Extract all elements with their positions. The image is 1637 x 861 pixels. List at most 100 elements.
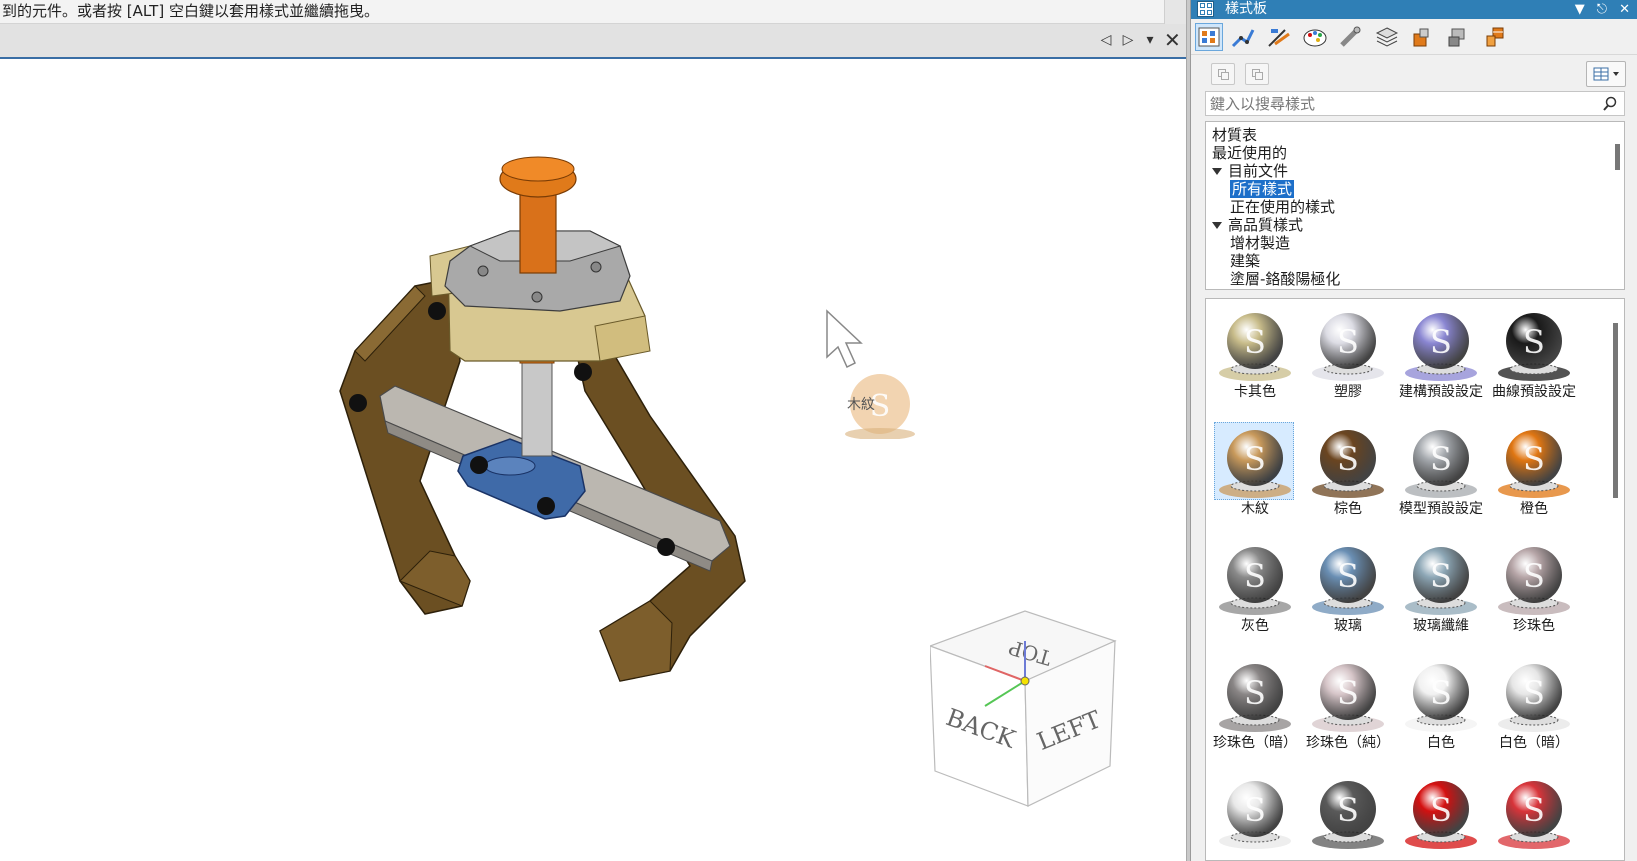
tree-item-label: 塗層-鉻酸陽極化 (1230, 270, 1341, 288)
material-sphere-icon: S (1312, 430, 1384, 498)
style-swatch[interactable]: S 曲線預設設定 (1492, 305, 1583, 417)
tb-tube-icon[interactable] (1337, 23, 1365, 51)
panel-menu-chevron-down-icon[interactable]: ▼ (1575, 0, 1585, 19)
style-swatch[interactable]: S 白色 (1400, 656, 1490, 768)
svg-text:S: S (1337, 791, 1359, 829)
style-swatch[interactable]: S 卡其色 (1214, 305, 1304, 417)
tb-table-icon[interactable] (1481, 23, 1509, 51)
copy-style-button[interactable] (1211, 63, 1235, 85)
style-board-icon (1197, 1, 1214, 17)
svg-text:S: S (1337, 440, 1359, 478)
material-sphere-icon: S (1405, 664, 1477, 732)
close-icon[interactable]: ✕ (1619, 0, 1630, 19)
paste-style-button[interactable] (1245, 63, 1269, 85)
prev-tab-icon[interactable]: ◁ (1098, 30, 1114, 50)
style-swatch[interactable]: S 珍珠色 (1493, 539, 1583, 651)
close-document-icon[interactable]: ✕ (1164, 30, 1181, 50)
style-swatch[interactable]: S (1214, 773, 1304, 860)
tab-menu-chevron-down-icon[interactable]: ▾ (1142, 30, 1158, 50)
app-window: 到的元件。或者按 [ALT] 空白鍵以套用樣式並繼續拖曳。 ◁ ▷ ▾ ✕ S … (0, 0, 1637, 861)
tree-item[interactable]: 塗層-鉻酸陽極化 (1230, 270, 1340, 288)
tree-item[interactable]: 目前文件 (1228, 162, 1288, 180)
svg-text:S: S (1244, 791, 1266, 829)
tree-item[interactable]: 高品質樣式 (1228, 216, 1303, 234)
tab-controls: ◁ ▷ ▾ ✕ (1098, 30, 1181, 50)
swatch-label: 曲線預設設定 (1492, 384, 1576, 400)
panel-title: 樣式板 (1225, 1, 1267, 17)
status-scrollbar[interactable] (1164, 0, 1186, 24)
style-swatch[interactable]: S 模型預設設定 (1399, 422, 1490, 534)
tree-item[interactable]: 所有樣式 (1230, 180, 1295, 198)
material-sphere-icon: S (1312, 547, 1384, 615)
style-library-tree: 材質表 最近使用的 目前文件 所有樣式 正在使用的樣式 高品質樣式 增材製造 建築 塗層-鉻酸陽… (1205, 121, 1625, 290)
style-swatch[interactable]: S 白色（暗） (1493, 656, 1583, 768)
tree-item[interactable]: 增材製造 (1230, 234, 1290, 252)
style-action-row (1191, 56, 1637, 90)
drag-ghost-sphere: S (826, 309, 915, 439)
3d-viewport[interactable]: S 木紋 TOP BACK LEFT (0, 61, 1186, 861)
tb-render-icon[interactable] (1301, 23, 1329, 51)
expand-arrow-icon[interactable] (1212, 168, 1222, 175)
style-swatch[interactable]: S 棕色 (1307, 422, 1397, 534)
next-tab-icon[interactable]: ▷ (1120, 30, 1136, 50)
tree-item-label: 目前文件 (1228, 162, 1289, 180)
swatch-label: 灰色 (1241, 618, 1269, 634)
swatch-label: 玻璃纖維 (1413, 618, 1469, 634)
svg-text:S: S (1244, 323, 1266, 361)
style-swatch[interactable]: S 橙色 (1493, 422, 1583, 534)
search-icon[interactable] (1602, 96, 1618, 116)
expand-arrow-icon[interactable] (1212, 222, 1222, 229)
svg-text:S: S (1430, 440, 1452, 478)
view-mode-toggle[interactable] (1586, 61, 1626, 87)
material-sphere-icon: S (1312, 313, 1384, 381)
swatch-label: 木紋 (1241, 501, 1269, 517)
swatch-label: 玻璃 (1334, 618, 1362, 634)
style-search-input[interactable] (1206, 92, 1596, 115)
swatch-label: 白色（暗） (1499, 735, 1569, 751)
material-sphere-icon: S (1405, 313, 1477, 381)
pin-icon[interactable]: ⎋ (1597, 0, 1607, 19)
style-swatch[interactable]: S 珍珠色（純） (1306, 656, 1397, 768)
style-swatch-grid: S 卡其色 S 塑膠 S 建構預設設定 S 曲線預設設定 S 木紋 S 棕色 S 模型預設設定 S 橙色 S 灰色… (1205, 298, 1625, 861)
grid-scrollbar-thumb[interactable] (1613, 323, 1618, 498)
tb-dimension-icon[interactable] (1229, 23, 1257, 51)
style-swatch[interactable]: S 灰色 (1214, 539, 1304, 651)
style-swatch[interactable]: S 玻璃 (1307, 539, 1397, 651)
tree-item-label: 材質表 (1212, 126, 1258, 144)
svg-text:S: S (1523, 557, 1545, 595)
style-swatch[interactable]: S 建構預設設定 (1399, 305, 1490, 417)
style-swatch[interactable]: S (1400, 773, 1490, 860)
document-tab-bar: ◁ ▷ ▾ ✕ (0, 24, 1186, 59)
material-sphere-icon: S (1498, 664, 1570, 732)
svg-text:S: S (1244, 440, 1266, 478)
style-swatch[interactable]: S 塑膠 (1307, 305, 1397, 417)
tb-style-board-icon[interactable] (1195, 23, 1223, 51)
tree-item[interactable]: 材質表 (1212, 126, 1257, 144)
material-sphere-icon: S (1219, 781, 1291, 849)
svg-text:S: S (1430, 791, 1452, 829)
material-sphere-icon: S (1219, 430, 1291, 498)
panel-titlebar[interactable]: 樣式板 ▼ ⎋ ✕ (1191, 0, 1637, 19)
style-swatch[interactable]: S 珍珠色（暗） (1213, 656, 1304, 768)
svg-text:S: S (1337, 674, 1359, 712)
style-swatch[interactable]: S (1493, 773, 1583, 860)
swatch-label: 棕色 (1334, 501, 1362, 517)
tb-component-icon[interactable] (1409, 23, 1437, 51)
svg-text:S: S (1430, 323, 1452, 361)
tb-shape-icon[interactable] (1445, 23, 1473, 51)
style-swatch[interactable]: S 玻璃纖維 (1400, 539, 1490, 651)
swatch-label: 塑膠 (1334, 384, 1362, 400)
tb-line-style-icon[interactable] (1265, 23, 1293, 51)
tree-item[interactable]: 最近使用的 (1212, 144, 1287, 162)
tb-layer-icon[interactable] (1373, 23, 1401, 51)
material-sphere-icon: S (1498, 547, 1570, 615)
view-cube[interactable]: TOP BACK LEFT (930, 606, 1130, 816)
tree-item[interactable]: 正在使用的樣式 (1230, 198, 1335, 216)
material-sphere-icon: S (1312, 664, 1384, 732)
style-swatch[interactable]: S (1307, 773, 1397, 860)
material-sphere-icon: S (1405, 547, 1477, 615)
style-category-toolbar (1191, 19, 1637, 55)
tree-scrollbar-thumb[interactable] (1615, 144, 1620, 170)
tree-item[interactable]: 建築 (1230, 252, 1260, 270)
style-swatch[interactable]: S 木紋 (1214, 422, 1304, 534)
